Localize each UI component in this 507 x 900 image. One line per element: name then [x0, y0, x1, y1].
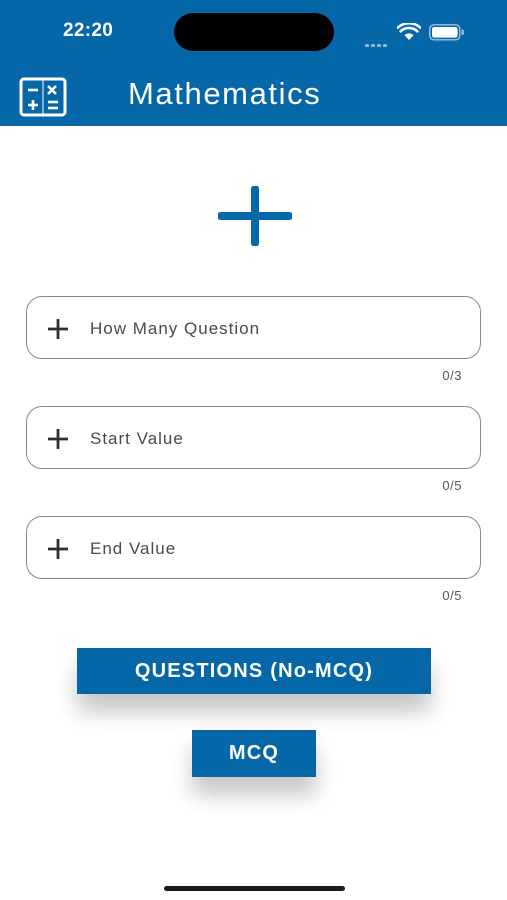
start-value-placeholder: Start Value: [90, 429, 184, 448]
wifi-icon: [397, 23, 421, 40]
cellular-signal-icon: [365, 34, 389, 52]
end-value-counter: 0/5: [442, 588, 462, 603]
start-value-field[interactable]: Start Value: [26, 406, 481, 469]
plus-icon: [48, 319, 68, 339]
dynamic-island: [174, 13, 334, 51]
screen: 22:20 Mathematics How Many Question 0/3 …: [0, 0, 507, 900]
questions-no-mcq-button[interactable]: QUESTIONS (No-MCQ): [77, 648, 431, 694]
end-value-field[interactable]: End Value: [26, 516, 481, 579]
question-count-counter: 0/3: [442, 368, 462, 383]
status-time: 22:20: [63, 20, 114, 41]
header-bar: 22:20 Mathematics: [0, 0, 507, 126]
mcq-button[interactable]: MCQ: [192, 730, 316, 777]
calculator-icon: [19, 77, 67, 117]
plus-icon: [218, 186, 292, 246]
app-title: Mathematics: [128, 76, 322, 111]
plus-icon: [48, 429, 68, 449]
end-value-placeholder: End Value: [90, 539, 177, 558]
battery-icon: [429, 24, 464, 41]
start-value-counter: 0/5: [442, 478, 462, 493]
plus-icon: [48, 539, 68, 559]
question-count-field[interactable]: How Many Question: [26, 296, 481, 359]
home-indicator[interactable]: [164, 886, 345, 891]
question-count-placeholder: How Many Question: [90, 319, 261, 338]
